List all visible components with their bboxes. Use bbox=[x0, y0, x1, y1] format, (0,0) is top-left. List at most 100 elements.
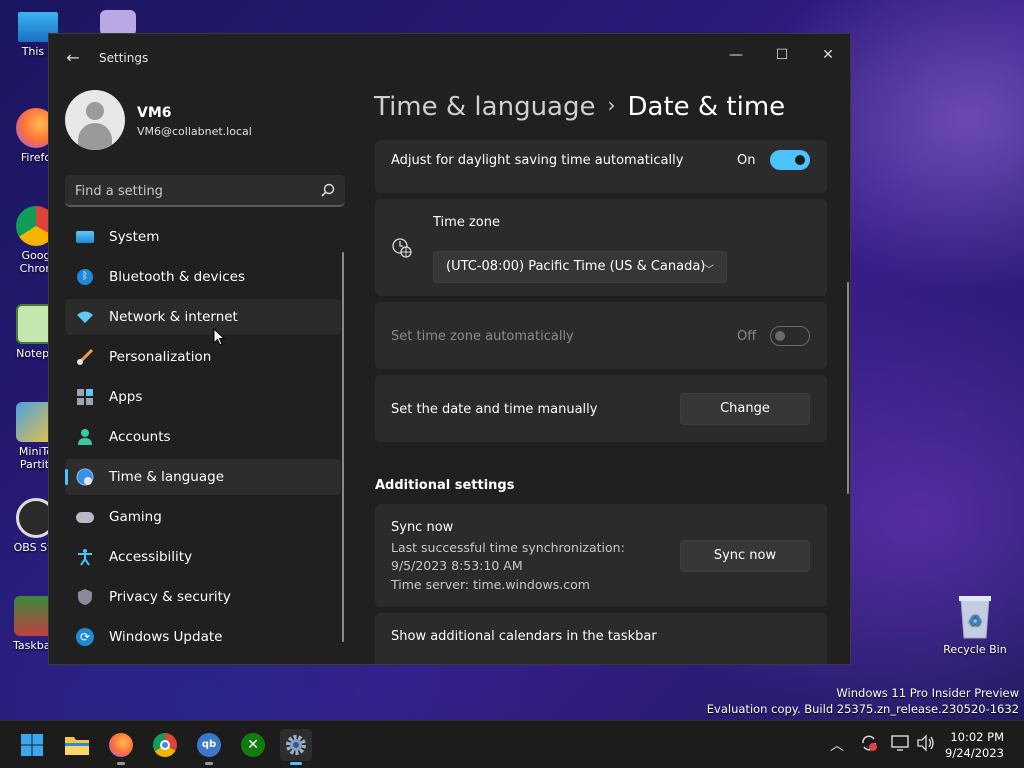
manual-date-time-label: Set the date and time manually bbox=[391, 402, 598, 417]
system-clock[interactable]: 10:02 PM 9/24/2023 bbox=[945, 729, 1004, 761]
last-sync-label: Last successful time synchronization: bbox=[391, 540, 625, 555]
sidebar-item-label: System bbox=[109, 229, 160, 245]
sidebar-item-apps[interactable]: Apps bbox=[65, 379, 341, 415]
sidebar-item-bluetooth[interactable]: ᛒ Bluetooth & devices bbox=[65, 259, 341, 295]
xbox-icon: ✕ bbox=[241, 733, 265, 757]
taskbar-file-explorer[interactable] bbox=[61, 729, 93, 761]
clock-date: 9/24/2023 bbox=[945, 746, 1004, 760]
change-button[interactable]: Change bbox=[680, 393, 810, 425]
settings-window: ← Settings — ☐ ✕ VM6 VM6@collabnet.local… bbox=[48, 33, 851, 665]
minimize-icon: — bbox=[729, 47, 743, 63]
taskbar-chrome[interactable] bbox=[149, 729, 181, 761]
sidebar-item-system[interactable]: System bbox=[65, 219, 341, 255]
sidebar-item-label: Network & internet bbox=[109, 309, 238, 325]
accessibility-icon bbox=[75, 547, 95, 567]
mouse-cursor-icon bbox=[213, 328, 225, 346]
back-arrow-icon: ← bbox=[66, 48, 80, 67]
sidebar-item-label: Windows Update bbox=[109, 629, 223, 645]
recycle-bin-icon: ♻ bbox=[959, 596, 991, 639]
taskbar-firefox[interactable] bbox=[105, 729, 137, 765]
time-language-icon bbox=[75, 467, 95, 487]
desktop-icon-label: Recycle Bin bbox=[943, 643, 1007, 656]
sync-alert-icon[interactable] bbox=[860, 734, 878, 752]
avatar-head bbox=[86, 102, 104, 120]
time-zone-dropdown[interactable]: (UTC-08:00) Pacific Time (US & Canada) ﹀ bbox=[433, 251, 727, 283]
search-input[interactable] bbox=[75, 182, 305, 200]
breadcrumb-separator: › bbox=[607, 93, 616, 117]
volume-icon[interactable] bbox=[916, 734, 936, 752]
sidebar-item-label: Accounts bbox=[109, 429, 171, 445]
daylight-saving-card: Adjust for daylight saving time automati… bbox=[375, 140, 827, 193]
sync-now-button[interactable]: Sync now bbox=[680, 540, 810, 572]
page-title: Date & time bbox=[627, 92, 786, 122]
running-indicator bbox=[117, 762, 125, 765]
globe-clock-icon bbox=[392, 238, 412, 258]
sidebar-item-gaming[interactable]: Gaming bbox=[65, 499, 341, 535]
taskbar-settings[interactable] bbox=[280, 729, 312, 765]
search-box[interactable] bbox=[65, 175, 345, 207]
additional-calendars-card[interactable]: Show additional calendars in the taskbar bbox=[375, 613, 827, 664]
watermark-line-1: Windows 11 Pro Insider Preview bbox=[836, 686, 1019, 700]
taskbar-xbox[interactable]: ✕ bbox=[237, 729, 269, 761]
sync-now-card: Sync now Last successful time synchroniz… bbox=[375, 504, 827, 607]
maximize-icon: ☐ bbox=[775, 47, 789, 63]
sidebar-item-time-language[interactable]: Time & language bbox=[65, 459, 341, 495]
close-button[interactable]: ✕ bbox=[805, 40, 850, 70]
system-icon bbox=[75, 227, 95, 247]
clock-time: 10:02 PM bbox=[950, 730, 1004, 744]
sidebar-item-label: Bluetooth & devices bbox=[109, 269, 246, 285]
sidebar-item-label: Personalization bbox=[109, 349, 212, 365]
user-name: VM6 bbox=[137, 105, 172, 121]
sidebar-item-label: Privacy & security bbox=[109, 589, 231, 605]
network-icon[interactable] bbox=[890, 734, 910, 752]
windows-logo-icon bbox=[21, 734, 43, 756]
back-button[interactable]: ← bbox=[63, 48, 83, 68]
update-icon: ⟳ bbox=[75, 627, 95, 647]
sidebar-item-network[interactable]: Network & internet bbox=[65, 299, 341, 335]
breadcrumb: Time & language › Date & time bbox=[374, 92, 785, 122]
accounts-icon bbox=[75, 427, 95, 447]
time-zone-card: Time zone (UTC-08:00) Pacific Time (US &… bbox=[375, 199, 827, 296]
title-bar: ← Settings — ☐ ✕ bbox=[49, 34, 850, 82]
sidebar-item-personalization[interactable]: Personalization bbox=[65, 339, 341, 375]
search-icon[interactable] bbox=[321, 183, 335, 197]
show-hidden-icons-chevron-icon[interactable]: ︿ bbox=[830, 735, 844, 755]
sidebar-item-accessibility[interactable]: Accessibility bbox=[65, 539, 341, 575]
user-email: VM6@collabnet.local bbox=[137, 125, 252, 138]
additional-calendars-label: Show additional calendars in the taskbar bbox=[391, 629, 657, 644]
daylight-saving-toggle[interactable] bbox=[770, 150, 810, 170]
desktop-icon-recycle-bin[interactable]: ♻ Recycle Bin bbox=[942, 594, 1008, 656]
toggle-knob bbox=[775, 331, 785, 341]
close-icon: ✕ bbox=[822, 47, 834, 63]
time-server: Time server: time.windows.com bbox=[391, 577, 590, 592]
watermark-line-2: Evaluation copy. Build 25375.zn_release.… bbox=[706, 702, 1019, 716]
auto-time-zone-card: Set time zone automatically Off bbox=[375, 302, 827, 369]
breadcrumb-parent[interactable]: Time & language bbox=[374, 92, 595, 122]
content-scrollbar[interactable] bbox=[847, 282, 849, 494]
daylight-saving-state: On bbox=[737, 153, 756, 168]
shield-icon bbox=[75, 587, 95, 607]
taskbar-qbittorrent[interactable]: qb bbox=[193, 729, 225, 765]
time-zone-value: (UTC-08:00) Pacific Time (US & Canada) bbox=[446, 259, 706, 274]
start-button[interactable] bbox=[16, 729, 48, 761]
gaming-icon bbox=[75, 507, 95, 527]
running-indicator bbox=[205, 762, 213, 765]
avatar[interactable] bbox=[65, 90, 125, 150]
chrome-icon bbox=[153, 733, 177, 757]
sidebar-item-label: Accessibility bbox=[109, 549, 193, 565]
sidebar-scrollbar[interactable] bbox=[342, 252, 344, 642]
last-sync-value: 9/5/2023 8:53:10 AM bbox=[391, 558, 523, 573]
gear-icon bbox=[286, 735, 306, 755]
running-indicator bbox=[290, 762, 302, 765]
window-title: Settings bbox=[99, 51, 149, 65]
minimize-button[interactable]: — bbox=[713, 40, 759, 70]
sidebar-item-accounts[interactable]: Accounts bbox=[65, 419, 341, 455]
sidebar-item-windows-update[interactable]: ⟳ Windows Update bbox=[65, 619, 341, 655]
svg-text:♻: ♻ bbox=[968, 611, 982, 630]
additional-settings-heading: Additional settings bbox=[375, 478, 515, 493]
auto-time-zone-state: Off bbox=[737, 329, 757, 344]
chevron-down-icon: ﹀ bbox=[704, 265, 714, 276]
toggle-knob bbox=[795, 155, 805, 165]
sidebar-item-privacy[interactable]: Privacy & security bbox=[65, 579, 341, 615]
maximize-button[interactable]: ☐ bbox=[759, 40, 805, 70]
